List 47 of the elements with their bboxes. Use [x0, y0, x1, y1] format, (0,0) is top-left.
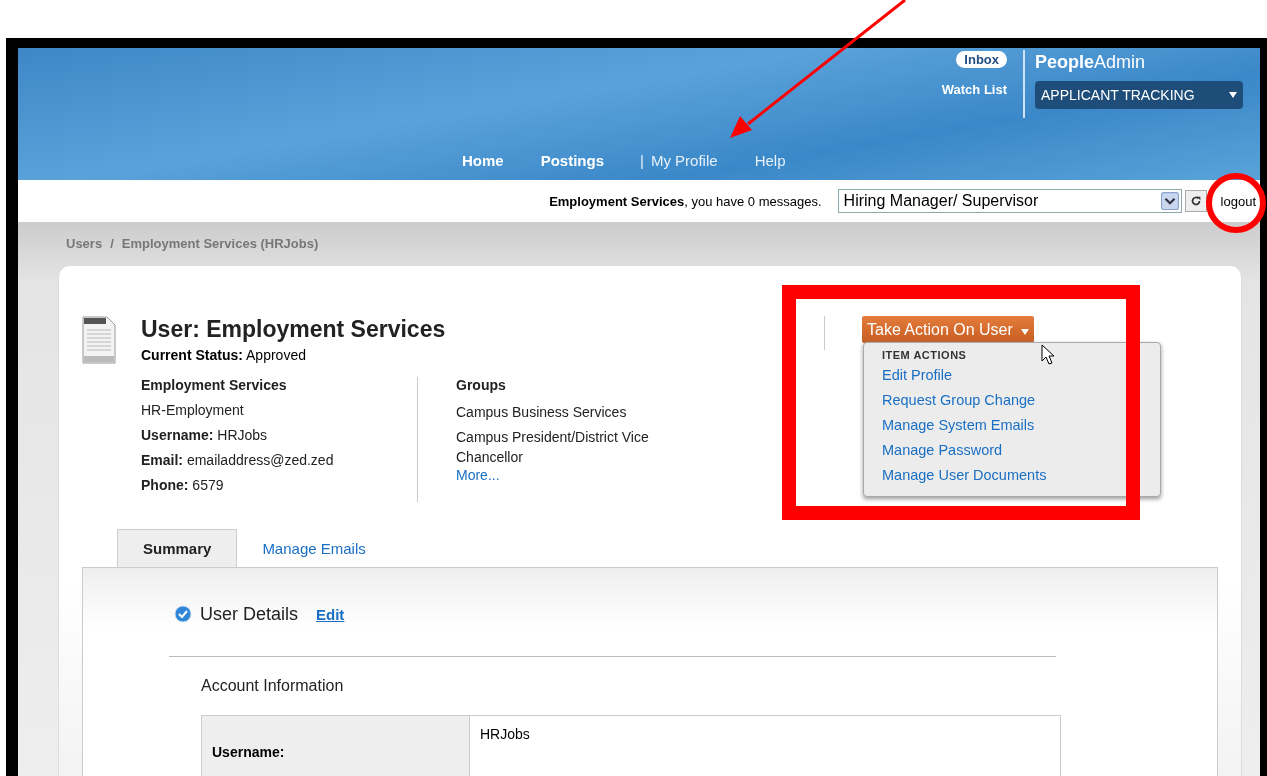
breadcrumb-link[interactable]: Users: [66, 236, 103, 251]
detail-heading: Employment Services: [141, 377, 288, 395]
menu-item[interactable]: Edit Profile: [882, 367, 953, 392]
role-dropdown[interactable]: Hiring Manager/ Supervisor: [837, 189, 1182, 213]
caret-icon: [1021, 328, 1030, 335]
menu-item[interactable]: Manage System Emails: [882, 417, 1035, 442]
group-name: Campus Business Services: [456, 403, 628, 422]
logout-link[interactable]: logout: [1220, 193, 1256, 209]
groups-heading: Groups: [456, 377, 507, 395]
breadcrumb-link[interactable]: Employment Services (HRJobs): [121, 236, 319, 251]
checkmark-icon: [174, 605, 192, 623]
cursor-icon: [1041, 344, 1055, 366]
detail-field: Username: HRJobs: [141, 427, 417, 452]
caret-icon: [1229, 92, 1237, 98]
module-dropdown[interactable]: APPLICANT TRACKING: [1035, 81, 1243, 109]
detail-field: Phone: 6579: [141, 477, 417, 502]
nav-link[interactable]: Home: [462, 151, 504, 169]
detail-text: HR-Employment: [141, 402, 245, 420]
watch-list-link[interactable]: Watch List: [941, 82, 1007, 97]
menu-item[interactable]: Manage Password: [882, 442, 1003, 467]
nav-link[interactable]: Postings: [540, 151, 605, 169]
nav-link[interactable]: My Profile: [650, 151, 718, 169]
menu-item[interactable]: Request Group Change: [882, 392, 1036, 417]
section-title: User Details: [200, 603, 299, 625]
menu-section-title: ITEM ACTIONS: [882, 349, 967, 361]
nav-separator: |: [640, 151, 644, 169]
nav-link[interactable]: Help: [754, 151, 786, 169]
user-title: User: Employment Services: [141, 316, 447, 343]
welcome-message: Employment Services, you have 0 messages.: [549, 193, 822, 209]
inbox-link[interactable]: Inbox: [956, 51, 1007, 68]
annotation-circle: [1206, 173, 1266, 233]
more-link[interactable]: More...: [456, 467, 706, 492]
status-text: Current Status: Approved: [141, 347, 307, 363]
refresh-button[interactable]: [1184, 190, 1207, 212]
brand-logo: PeopleAdmin: [1035, 52, 1147, 73]
table-cell: HRJobs: [469, 715, 1061, 776]
menu-item[interactable]: Manage User Documents: [882, 467, 1047, 492]
take-action-button[interactable]: Take Action On User: [862, 316, 1035, 343]
tab[interactable]: Summary: [117, 529, 238, 567]
subsection-title: Account Information: [200, 676, 345, 696]
tab[interactable]: Manage Emails: [237, 530, 391, 567]
document-icon: [82, 316, 116, 364]
group-name: Campus President/District Vice Chancellor: [456, 428, 650, 467]
table-label-cell: Username:: [201, 715, 470, 776]
detail-field: Email: emailaddress@zed.zed: [141, 452, 417, 477]
breadcrumb-separator: /: [110, 236, 114, 251]
edit-link[interactable]: Edit: [316, 605, 345, 623]
